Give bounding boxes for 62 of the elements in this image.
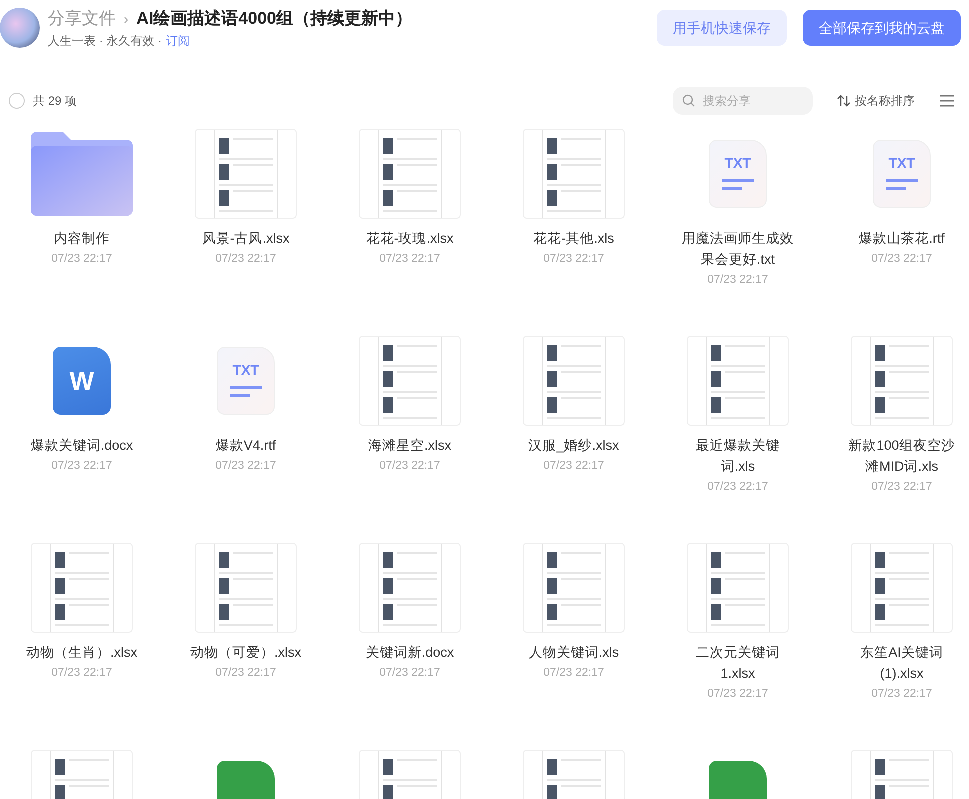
file-date: 07/23 22:17 bbox=[380, 459, 440, 474]
file-name[interactable]: 爆款山茶花.rtf bbox=[845, 228, 959, 249]
avatar bbox=[0, 8, 40, 48]
file-date: 07/23 22:17 bbox=[708, 687, 768, 702]
file-name[interactable]: 爆款V4.rtf bbox=[189, 435, 303, 456]
file-date: 07/23 22:17 bbox=[872, 252, 932, 267]
file-date: 07/23 22:17 bbox=[872, 480, 932, 495]
document-thumbnail[interactable] bbox=[523, 336, 625, 426]
sort-icon bbox=[837, 95, 851, 107]
file-name[interactable]: 动物（可爱）.xlsx bbox=[189, 642, 303, 663]
file-name[interactable]: 新款100组夜空沙滩MID词.xls bbox=[845, 435, 959, 477]
document-thumbnail[interactable] bbox=[359, 129, 461, 219]
file-name[interactable]: 风景-古风.xlsx bbox=[189, 228, 303, 249]
document-thumbnail[interactable] bbox=[359, 336, 461, 426]
file-name[interactable]: 海滩星空.xlsx bbox=[353, 435, 467, 456]
document-thumbnail[interactable] bbox=[687, 543, 789, 633]
file-name[interactable]: 汉服_婚纱.xlsx bbox=[517, 435, 631, 456]
file-date: 07/23 22:17 bbox=[380, 666, 440, 681]
document-thumbnail[interactable] bbox=[851, 336, 953, 426]
file-date: 07/23 22:17 bbox=[52, 666, 112, 681]
share-meta: 人生一表 · 永久有效 · bbox=[48, 32, 162, 50]
file-name[interactable]: 东笙AI关键词(1).xlsx bbox=[845, 642, 959, 684]
document-thumbnail[interactable] bbox=[523, 129, 625, 219]
document-thumbnail[interactable] bbox=[31, 543, 133, 633]
file-date: 07/23 22:17 bbox=[708, 480, 768, 495]
file-name[interactable]: 爆款关键词.docx bbox=[25, 435, 139, 456]
file-name[interactable]: 关键词新.docx bbox=[353, 642, 467, 663]
file-date: 07/23 22:17 bbox=[216, 252, 276, 267]
file-date: 07/23 22:17 bbox=[872, 687, 932, 702]
share-title: AI绘画描述语4000组（持续更新中） bbox=[136, 8, 412, 30]
file-name[interactable]: 内容制作 bbox=[25, 228, 139, 249]
file-date: 07/23 22:17 bbox=[216, 459, 276, 474]
document-thumbnail[interactable] bbox=[523, 543, 625, 633]
document-thumbnail[interactable] bbox=[195, 543, 297, 633]
file-date: 07/23 22:17 bbox=[52, 252, 112, 267]
document-thumbnail[interactable] bbox=[851, 543, 953, 633]
document-thumbnail[interactable] bbox=[195, 129, 297, 219]
file-name[interactable]: 用魔法画师生成效果会更好.txt bbox=[681, 228, 795, 270]
document-thumbnail[interactable] bbox=[687, 336, 789, 426]
file-name[interactable]: 花花-玫瑰.xlsx bbox=[353, 228, 467, 249]
file-name[interactable]: 最近爆款关键词.xls bbox=[681, 435, 795, 477]
subscribe-link[interactable]: 订阅 bbox=[166, 32, 190, 50]
file-name[interactable]: 人物关键词.xls bbox=[517, 642, 631, 663]
file-date: 07/23 22:17 bbox=[544, 666, 604, 681]
word-file-icon[interactable]: W bbox=[53, 347, 111, 415]
search-field[interactable]: 搜索分享 bbox=[673, 87, 813, 115]
file-name[interactable]: 二次元关键词1.xlsx bbox=[681, 642, 795, 684]
breadcrumb-separator: › bbox=[124, 10, 129, 28]
file-date: 07/23 22:17 bbox=[52, 459, 112, 474]
document-thumbnail[interactable] bbox=[359, 543, 461, 633]
file-date: 07/23 22:17 bbox=[544, 252, 604, 267]
menu-icon[interactable] bbox=[939, 95, 955, 107]
file-date: 07/23 22:17 bbox=[216, 666, 276, 681]
file-date: 07/23 22:17 bbox=[708, 273, 768, 288]
file-date: 07/23 22:17 bbox=[544, 459, 604, 474]
save-button[interactable]: 全部保存到我的云盘 bbox=[803, 10, 961, 46]
file-name[interactable]: 动物（生肖）.xlsx bbox=[25, 642, 139, 663]
sort-button[interactable]: 按名称排序 bbox=[837, 92, 915, 110]
select-all-checkbox[interactable] bbox=[9, 93, 25, 109]
file-date: 07/23 22:17 bbox=[380, 252, 440, 267]
file-name[interactable]: 花花-其他.xls bbox=[517, 228, 631, 249]
item-count: 共 29 项 bbox=[33, 93, 78, 110]
